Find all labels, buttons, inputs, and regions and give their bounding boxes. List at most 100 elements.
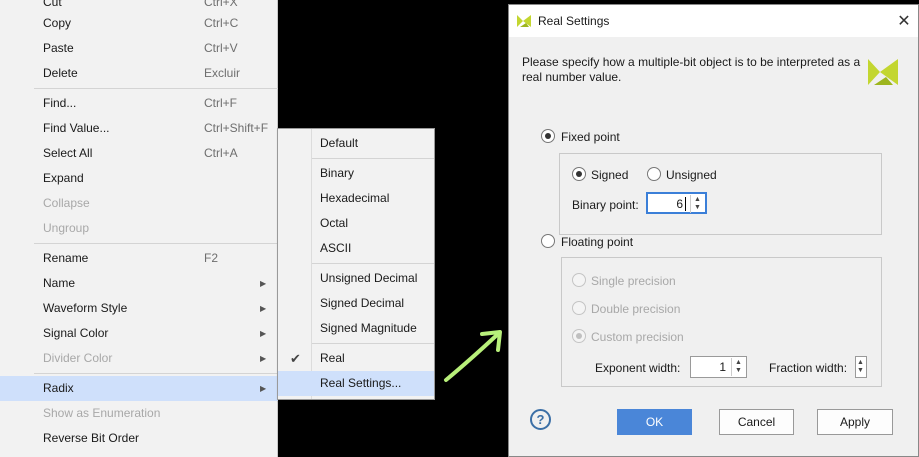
fixed-point-radio[interactable] <box>541 129 555 143</box>
spin-up-icon[interactable]: ▲ <box>857 359 864 367</box>
spin-up-icon[interactable]: ▲ <box>735 359 742 367</box>
dialog-titlebar: Real Settings ✕ <box>509 5 918 37</box>
menu-item-label: Delete <box>43 66 78 80</box>
menu-item-label: Paste <box>43 41 74 55</box>
radix-ascii[interactable]: ASCII <box>278 236 434 261</box>
annotation-arrow-icon <box>444 330 502 382</box>
radix-unsigned-decimal[interactable]: Unsigned Decimal <box>278 266 434 291</box>
spin-up-icon[interactable]: ▲ <box>694 196 701 204</box>
menu-item-select-all[interactable]: Select All Ctrl+A <box>24 141 278 166</box>
spinner-buttons[interactable]: ▲ ▼ <box>690 195 704 213</box>
menu-item-show-as-enumeration: Show as Enumeration <box>24 401 278 426</box>
text-caret <box>685 197 686 211</box>
menu-item-label: Copy <box>43 16 72 30</box>
ok-button[interactable]: OK <box>617 409 692 435</box>
menu-separator <box>34 88 278 89</box>
menu-item-shortcut: Excluir <box>204 66 241 80</box>
submenu-arrow-icon: ▶ <box>260 384 267 393</box>
menu-item-expand[interactable]: Expand <box>24 166 278 191</box>
fraction-width-label: Fraction width: <box>769 361 848 375</box>
menu-separator <box>34 373 278 374</box>
menu-item-waveform-style[interactable]: Waveform Style ▶ <box>24 296 278 321</box>
menu-item-label: Divider Color <box>43 351 113 365</box>
menu-item-rename[interactable]: Rename F2 <box>24 246 278 271</box>
signed-radio[interactable] <box>572 167 586 181</box>
binary-point-value: 6 <box>676 197 683 211</box>
spin-down-icon[interactable]: ▼ <box>857 367 864 375</box>
menu-item-label: Signal Color <box>43 326 109 340</box>
radix-real-settings[interactable]: Real Settings... <box>278 371 434 396</box>
dialog-title: Real Settings <box>538 14 610 28</box>
menu-item-copy[interactable]: Copy Ctrl+C <box>24 11 278 36</box>
menu-separator <box>34 243 278 244</box>
radix-item-label: Octal <box>320 216 349 230</box>
real-settings-dialog: Real Settings ✕ Please specify how a mul… <box>508 4 919 457</box>
menu-item-label: Radix <box>43 381 74 395</box>
spin-down-icon[interactable]: ▼ <box>735 367 742 375</box>
apply-button[interactable]: Apply <box>817 409 893 435</box>
radix-real[interactable]: ✔ Real <box>278 346 434 371</box>
menu-item-label: Expand <box>43 171 84 185</box>
dialog-description: Please specify how a multiple-bit object… <box>522 55 861 84</box>
menu-item-label: Ungroup <box>43 221 90 235</box>
spinner-buttons[interactable]: ▲ ▼ <box>731 358 745 376</box>
custom-precision-label: Custom precision <box>591 330 684 344</box>
menu-item-ungroup: Ungroup <box>24 216 278 241</box>
check-icon: ✔ <box>290 351 301 366</box>
menu-item-label: Find... <box>43 96 77 110</box>
radix-item-label: Default <box>320 136 359 150</box>
cancel-button[interactable]: Cancel <box>719 409 794 435</box>
menu-item-label: Name <box>43 276 76 290</box>
menu-item-delete[interactable]: Delete Excluir <box>24 61 278 86</box>
unsigned-label: Unsigned <box>666 168 717 182</box>
help-icon[interactable]: ? <box>530 409 551 430</box>
radix-signed-magnitude[interactable]: Signed Magnitude <box>278 316 434 341</box>
spinner-buttons[interactable]: ▲ ▼ <box>856 358 866 376</box>
fixed-point-label: Fixed point <box>561 130 620 144</box>
double-precision-radio <box>572 301 586 315</box>
menu-separator <box>312 343 434 344</box>
floating-point-label: Floating point <box>561 235 634 249</box>
menu-item-shortcut: F2 <box>204 251 219 265</box>
menu-item-shortcut: Ctrl+C <box>204 16 239 30</box>
menu-item-label: Collapse <box>43 196 90 210</box>
menu-item-collapse: Collapse <box>24 191 278 216</box>
menu-item-find[interactable]: Find... Ctrl+F <box>24 91 278 116</box>
fixed-point-group <box>559 153 882 235</box>
submenu-arrow-icon: ▶ <box>260 329 267 338</box>
radix-item-label: Binary <box>320 166 355 180</box>
menu-separator <box>312 158 434 159</box>
menu-item-label: Show as Enumeration <box>43 406 161 420</box>
radix-item-label: Signed Magnitude <box>320 321 417 335</box>
vivado-logo-icon <box>868 59 898 85</box>
menu-item-name[interactable]: Name ▶ <box>24 271 278 296</box>
radix-hexadecimal[interactable]: Hexadecimal <box>278 186 434 211</box>
fraction-width-spinner[interactable]: ▲ ▼ <box>855 356 867 378</box>
radix-item-label: Real Settings... <box>320 376 402 390</box>
submenu-arrow-icon: ▶ <box>260 279 267 288</box>
single-precision-label: Single precision <box>591 274 676 288</box>
exponent-width-spinner[interactable]: 1 ▲ ▼ <box>690 356 747 378</box>
menu-item-label: Reverse Bit Order <box>43 431 140 445</box>
binary-point-label: Binary point: <box>572 198 639 212</box>
unsigned-radio[interactable] <box>647 167 661 181</box>
radix-octal[interactable]: Octal <box>278 211 434 236</box>
radix-signed-decimal[interactable]: Signed Decimal <box>278 291 434 316</box>
menu-item-find-value[interactable]: Find Value... Ctrl+Shift+F <box>24 116 278 141</box>
radix-item-label: Unsigned Decimal <box>320 271 418 285</box>
menu-item-radix[interactable]: Radix ▶ <box>0 376 278 401</box>
menu-item-signal-color[interactable]: Signal Color ▶ <box>24 321 278 346</box>
spin-down-icon[interactable]: ▼ <box>694 204 701 212</box>
menu-item-shortcut: Ctrl+Shift+F <box>204 121 269 135</box>
floating-point-radio[interactable] <box>541 234 555 248</box>
binary-point-spinner[interactable]: 6 ▲ ▼ <box>646 192 707 214</box>
context-menu: Cut Ctrl+X Copy Ctrl+C Paste Ctrl+V Dele… <box>0 0 278 457</box>
submenu-arrow-icon: ▶ <box>260 354 267 363</box>
menu-item-label: Find Value... <box>43 121 110 135</box>
menu-item-paste[interactable]: Paste Ctrl+V <box>24 36 278 61</box>
close-icon[interactable]: ✕ <box>895 11 913 31</box>
menu-item-shortcut: Ctrl+V <box>204 41 238 55</box>
radix-binary[interactable]: Binary <box>278 161 434 186</box>
radix-default[interactable]: Default <box>278 131 434 156</box>
menu-item-reverse-bit-order[interactable]: Reverse Bit Order <box>24 426 278 451</box>
